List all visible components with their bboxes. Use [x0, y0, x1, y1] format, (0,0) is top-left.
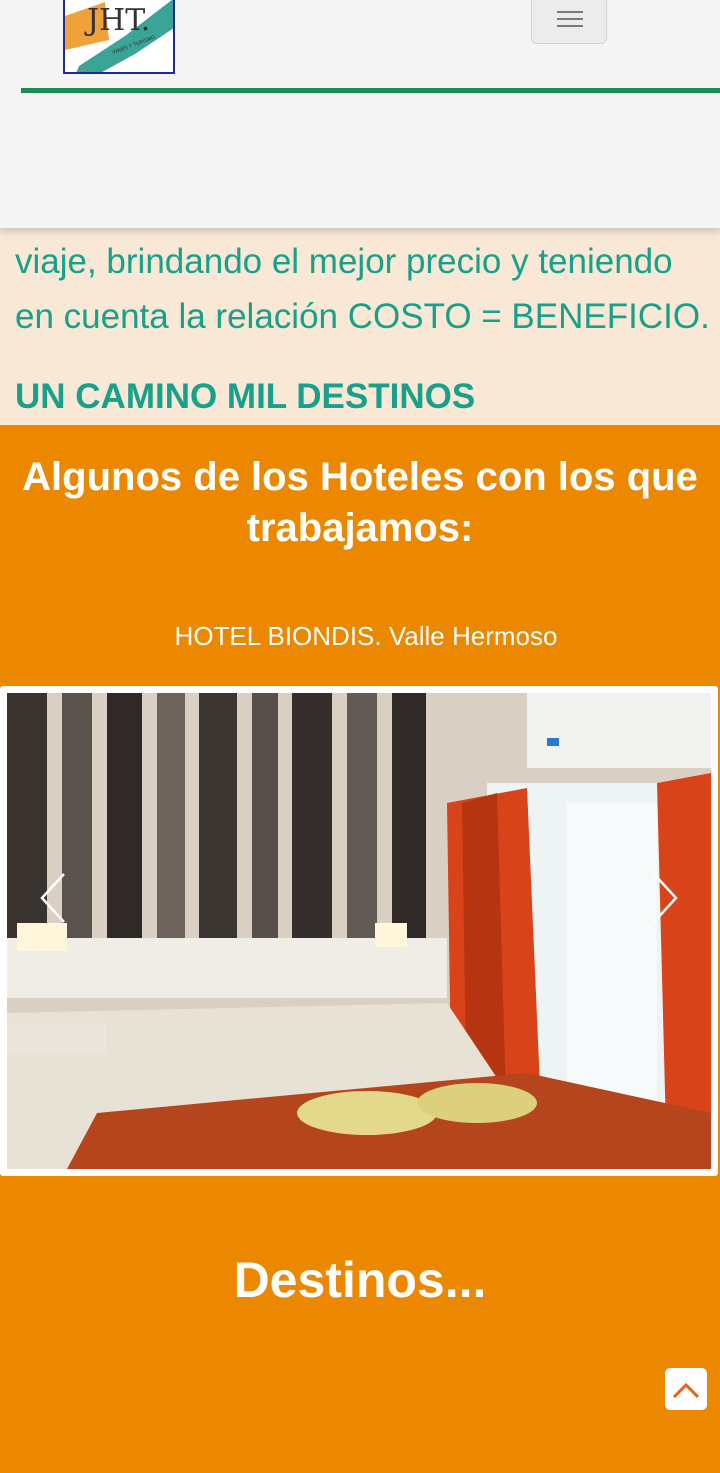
carousel-prev-button[interactable]: [34, 868, 74, 928]
menu-toggle-button[interactable]: [531, 0, 607, 44]
navbar: JHT. VIAJES Y TURISMO: [0, 0, 720, 228]
logo-text: JHT.: [84, 3, 150, 38]
hamburger-line: [557, 18, 583, 20]
hotel-room-photo: [7, 693, 711, 1169]
hotels-title: Algunos de los Hoteles con los que traba…: [22, 455, 698, 550]
hotel-caption: HOTEL BIONDIS. Valle Hermoso: [174, 621, 558, 651]
brand-logo[interactable]: JHT. VIAJES Y TURISMO: [63, 0, 175, 74]
slogan: UN CAMINO MIL DESTINOS: [15, 377, 476, 416]
scroll-to-top-button[interactable]: [665, 1368, 707, 1410]
hamburger-line: [557, 25, 583, 27]
chevron-right-icon: [653, 873, 678, 923]
chevron-left-icon: [40, 873, 65, 923]
about-text: viaje, brindando el mejor precio y tenie…: [15, 242, 710, 336]
hotel-carousel[interactable]: [0, 686, 718, 1176]
chevron-up-icon: [672, 1382, 700, 1399]
destinations-title: Destinos...: [233, 1252, 487, 1308]
navbar-divider: [21, 88, 720, 93]
carousel-next-button[interactable]: [644, 868, 684, 928]
hamburger-menu-icon: [557, 11, 583, 13]
logo-graphic: JHT. VIAJES Y TURISMO: [65, 0, 173, 72]
